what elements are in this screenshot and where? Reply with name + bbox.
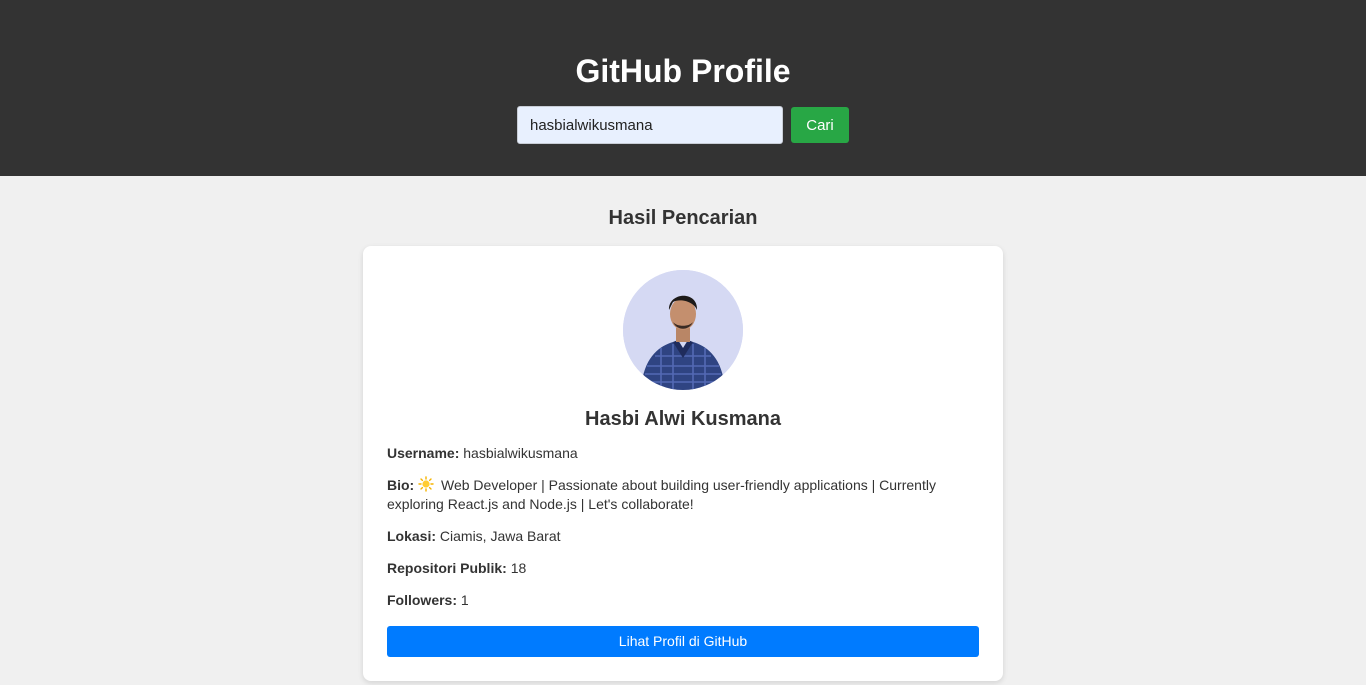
repos-value: 18 <box>510 560 527 576</box>
results-heading: Hasil Pencarian <box>608 207 758 229</box>
header-bar: GitHub Profile Cari <box>0 0 1366 176</box>
followers-row: Followers: 1 <box>387 591 967 610</box>
location-label: Lokasi: <box>387 528 437 544</box>
bio-row: Bio: Web Developer | Passionate about bu… <box>387 476 967 514</box>
sun-emoji-icon <box>418 476 434 492</box>
repos-row: Repositori Publik: 18 <box>387 559 967 578</box>
view-github-profile-button[interactable]: Lihat Profil di GitHub <box>387 626 979 657</box>
avatar <box>623 270 743 390</box>
app-title: GitHub Profile <box>575 53 791 89</box>
username-row: Username: hasbialwikusmana <box>387 444 967 463</box>
username-value: hasbialwikusmana <box>463 445 578 461</box>
profile-card: Hasbi Alwi Kusmana Username: hasbialwiku… <box>363 246 1003 681</box>
followers-value: 1 <box>460 592 469 608</box>
followers-label: Followers: <box>387 592 458 608</box>
location-value: Ciamis, Jawa Barat <box>439 528 561 544</box>
bio-value: Web Developer | Passionate about buildin… <box>387 477 936 512</box>
repos-label: Repositori Publik: <box>387 560 507 576</box>
bio-label: Bio: <box>387 477 415 493</box>
search-button[interactable]: Cari <box>791 107 849 143</box>
location-row: Lokasi: Ciamis, Jawa Barat <box>387 527 967 546</box>
profile-name: Hasbi Alwi Kusmana <box>585 408 781 430</box>
search-input[interactable] <box>517 106 783 144</box>
username-label: Username: <box>387 445 460 461</box>
